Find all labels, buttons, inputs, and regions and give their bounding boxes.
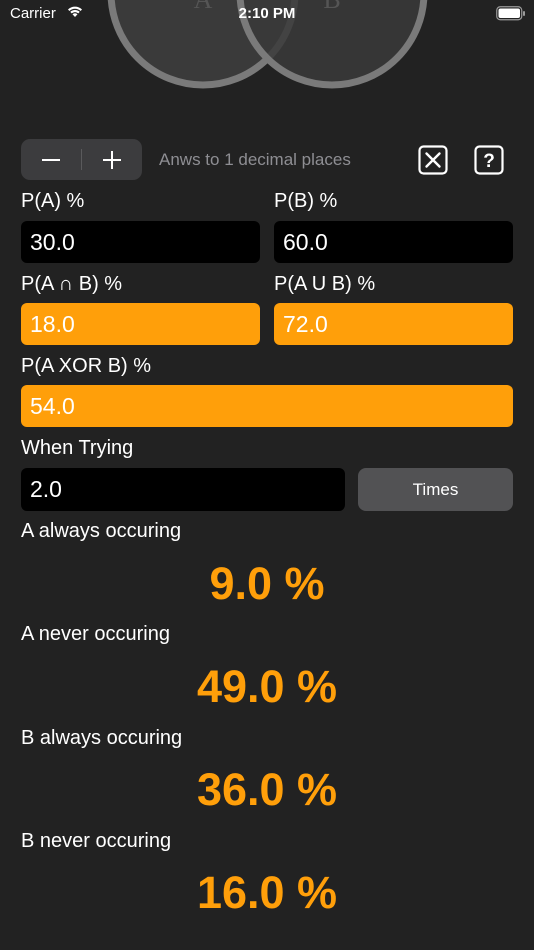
decimal-places-label: Anws to 1 decimal places — [159, 150, 351, 169]
a-never-value: 49.0 % — [196, 661, 338, 712]
trying-input[interactable]: 2.0 — [21, 468, 345, 511]
svg-text:?: ? — [483, 151, 495, 172]
status-bar: Carrier 2:10 PM — [0, 0, 534, 30]
union-field[interactable]: 72.0 — [274, 303, 513, 345]
decrement-button[interactable] — [21, 139, 81, 180]
pb-label: P(B) % — [274, 190, 338, 212]
b-always-value: 36.0 % — [196, 764, 338, 815]
union-label: P(A U B) % — [274, 273, 376, 295]
decimal-stepper — [21, 139, 142, 180]
clear-button[interactable] — [418, 145, 448, 175]
pa-label: P(A) % — [21, 190, 85, 212]
status-time: 2:10 PM — [238, 5, 296, 22]
probability-calculator-screen: A B Carrier 2:10 PM — [0, 0, 534, 950]
b-never-label: B never occuring — [21, 830, 172, 852]
help-button[interactable]: ? — [474, 145, 504, 175]
xor-label: P(A XOR B) % — [21, 355, 152, 377]
pa-input[interactable]: 30.0 — [21, 221, 260, 263]
a-never-label: A never occuring — [21, 623, 170, 645]
b-always-label: B always occuring — [21, 727, 183, 749]
minus-icon — [42, 158, 60, 161]
plus-icon — [103, 150, 121, 169]
intersection-label: P(A ∩ B) % — [21, 273, 123, 295]
x-square-icon — [418, 145, 448, 175]
question-square-icon: ? — [474, 145, 504, 175]
xor-field[interactable]: 54.0 — [21, 385, 513, 427]
a-always-label: A always occuring — [21, 520, 182, 542]
pb-input[interactable]: 60.0 — [274, 221, 513, 263]
b-never-value: 16.0 % — [196, 867, 338, 918]
trying-label: When Trying — [21, 437, 134, 459]
times-button[interactable]: Times — [358, 468, 513, 511]
battery-icon — [496, 6, 526, 26]
increment-button[interactable] — [82, 139, 142, 180]
intersection-field[interactable]: 18.0 — [21, 303, 260, 345]
a-always-value: 9.0 % — [209, 558, 325, 609]
